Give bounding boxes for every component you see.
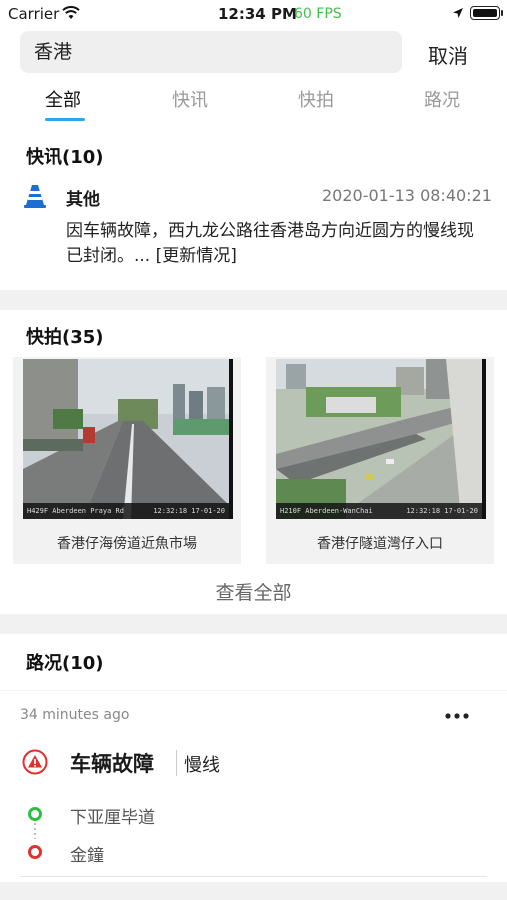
camera-caption: 香港仔海傍道近魚市場 xyxy=(57,536,197,552)
status-bar: Carrier 12:34 PM 60 FPS xyxy=(0,0,507,28)
camera-overlay: H429F Aberdeen Praya Rd 12:32:18 17-01-2… xyxy=(23,503,229,519)
camera-image: H210F Aberdeen-WanChai 12:32:18 17-01-20 xyxy=(276,359,486,519)
to-location: 金鐘 xyxy=(70,846,104,866)
tab-snapshots[interactable]: 快拍 xyxy=(298,86,334,112)
location-arrow-icon xyxy=(453,8,463,18)
battery-icon xyxy=(470,6,503,20)
cancel-button[interactable]: 取消 xyxy=(428,40,468,69)
event-title: 车辆故障 xyxy=(70,752,154,776)
wifi-icon xyxy=(62,6,80,19)
row-divider xyxy=(0,690,507,691)
from-location: 下亚厘毕道 xyxy=(70,808,155,828)
camera-card[interactable]: H429F Aberdeen Praya Rd 12:32:18 17-01-2… xyxy=(13,357,241,564)
view-all-button[interactable]: 查看全部 xyxy=(0,578,507,605)
tab-news[interactable]: 快讯 xyxy=(172,86,208,112)
tab-all[interactable]: 全部 xyxy=(45,86,81,112)
camera-caption: 香港仔隧道灣仔入口 xyxy=(317,536,443,552)
lane-label: 慢线 xyxy=(184,755,220,776)
camera-overlay-text: H429F Aberdeen Praya Rd xyxy=(27,507,124,515)
camera-image: H429F Aberdeen Praya Rd 12:32:18 17-01-2… xyxy=(23,359,233,519)
warning-icon xyxy=(22,749,48,775)
active-tab-indicator xyxy=(45,118,85,121)
search-input[interactable]: 香港 xyxy=(20,31,402,73)
section-divider xyxy=(0,290,507,310)
to-marker-icon xyxy=(28,845,42,859)
more-options-icon[interactable] xyxy=(445,713,469,719)
carrier-label: Carrier xyxy=(8,5,60,23)
from-marker-icon xyxy=(28,807,42,821)
camera-overlay-text: H210F Aberdeen-WanChai xyxy=(280,507,373,515)
news-section-title: 快讯(10) xyxy=(26,147,104,168)
event-separator xyxy=(176,750,177,776)
row-divider xyxy=(20,876,487,877)
tab-bar: 全部 快讯 快拍 路况 xyxy=(0,82,507,122)
fps-counter: 60 FPS xyxy=(294,6,342,22)
camera-timestamp: 12:32:18 17-01-20 xyxy=(153,507,225,515)
section-divider xyxy=(0,882,507,900)
camera-scene-image xyxy=(23,359,229,519)
news-timestamp: 2020-01-13 08:40:21 xyxy=(322,186,492,205)
tab-traffic[interactable]: 路况 xyxy=(424,86,460,112)
camera-overlay: H210F Aberdeen-WanChai 12:32:18 17-01-20 xyxy=(276,503,482,519)
camera-card[interactable]: H210F Aberdeen-WanChai 12:32:18 17-01-20… xyxy=(266,357,494,564)
traffic-time-ago: 34 minutes ago xyxy=(20,707,130,723)
snapshots-section-title: 快拍(35) xyxy=(26,327,104,348)
section-divider xyxy=(0,614,507,634)
route-connector xyxy=(34,823,36,839)
camera-timestamp: 12:32:18 17-01-20 xyxy=(406,507,478,515)
traffic-cone-icon xyxy=(24,185,46,208)
news-category: 其他 xyxy=(66,190,100,210)
news-body: 因车辆故障，西九龙公路往香港岛方向近圆方的慢线现已封闭。... [更新情况] xyxy=(66,221,474,266)
clock: 12:34 PM xyxy=(218,5,297,23)
traffic-section-title: 路况(10) xyxy=(26,653,104,674)
camera-scene-image xyxy=(276,359,482,519)
